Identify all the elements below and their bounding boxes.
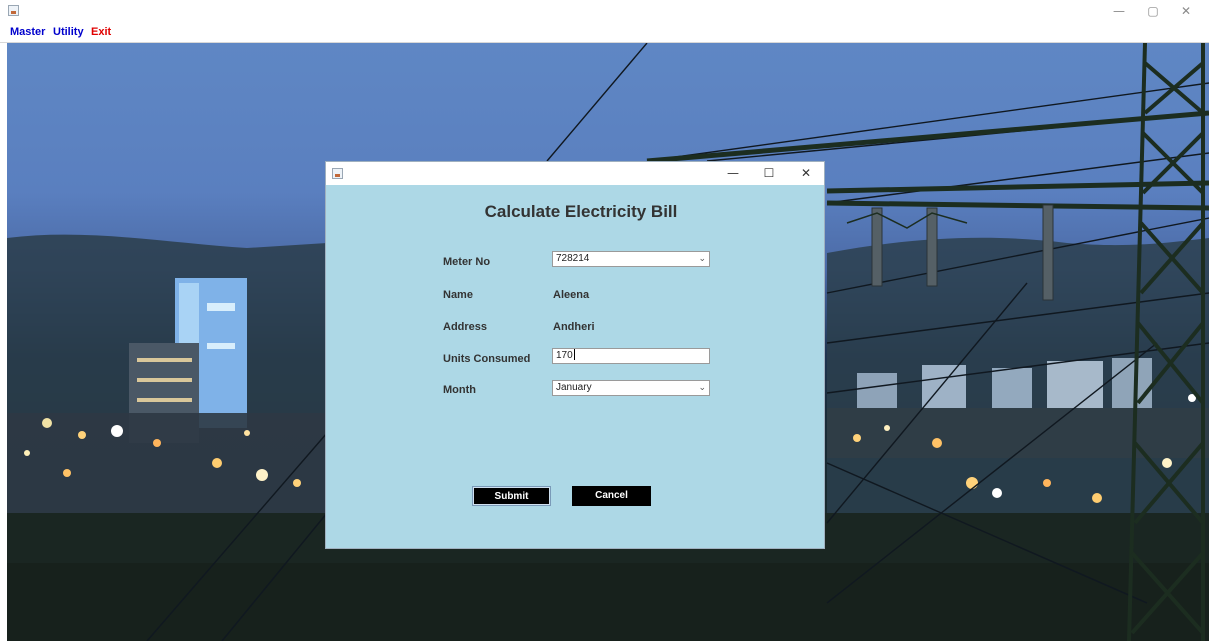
java-app-icon xyxy=(8,5,19,16)
dialog-body: Calculate Electricity Bill Meter No 7282… xyxy=(326,185,824,548)
text-caret xyxy=(573,349,575,360)
menu-master[interactable]: Master xyxy=(10,25,45,39)
address-label: Address xyxy=(443,321,488,333)
close-icon[interactable]: ✕ xyxy=(1173,2,1199,20)
menu-exit[interactable]: Exit xyxy=(91,25,111,39)
meter-no-label: Meter No xyxy=(443,256,491,268)
units-consumed-value: 170 xyxy=(556,350,573,361)
close-icon[interactable]: ✕ xyxy=(795,164,817,183)
minimize-icon[interactable]: — xyxy=(1106,2,1132,20)
menu-utility[interactable]: Utility xyxy=(53,25,84,39)
dialog-titlebar: — ☐ ✕ xyxy=(326,162,824,185)
calculate-bill-dialog: — ☐ ✕ Calculate Electricity Bill Meter N… xyxy=(326,162,824,548)
month-dropdown[interactable]: January ⌄ xyxy=(552,380,710,396)
name-value: Aleena xyxy=(553,289,590,301)
month-value: January xyxy=(556,382,592,393)
chevron-down-icon[interactable]: ⌄ xyxy=(698,252,706,266)
page-title: Calculate Electricity Bill xyxy=(484,202,678,221)
meter-no-dropdown[interactable]: 728214 ⌄ xyxy=(552,251,710,267)
meter-no-value: 728214 xyxy=(556,253,590,264)
address-value: Andheri xyxy=(553,321,595,333)
chevron-down-icon[interactable]: ⌄ xyxy=(698,381,706,395)
month-label: Month xyxy=(443,384,476,396)
cancel-button[interactable]: Cancel xyxy=(572,486,651,506)
java-app-icon xyxy=(332,168,343,179)
units-consumed-input[interactable]: 170 xyxy=(552,348,710,364)
maximize-icon[interactable]: ☐ xyxy=(758,164,780,183)
menubar: Master Utility Exit xyxy=(0,22,1209,43)
minimize-icon[interactable]: — xyxy=(722,164,744,183)
submit-button[interactable]: Submit xyxy=(472,486,551,506)
main-window-titlebar: — ▢ ✕ xyxy=(0,0,1209,22)
units-consumed-label: Units Consumed xyxy=(443,353,531,365)
name-label: Name xyxy=(443,289,473,301)
restore-icon[interactable]: ▢ xyxy=(1140,2,1166,20)
